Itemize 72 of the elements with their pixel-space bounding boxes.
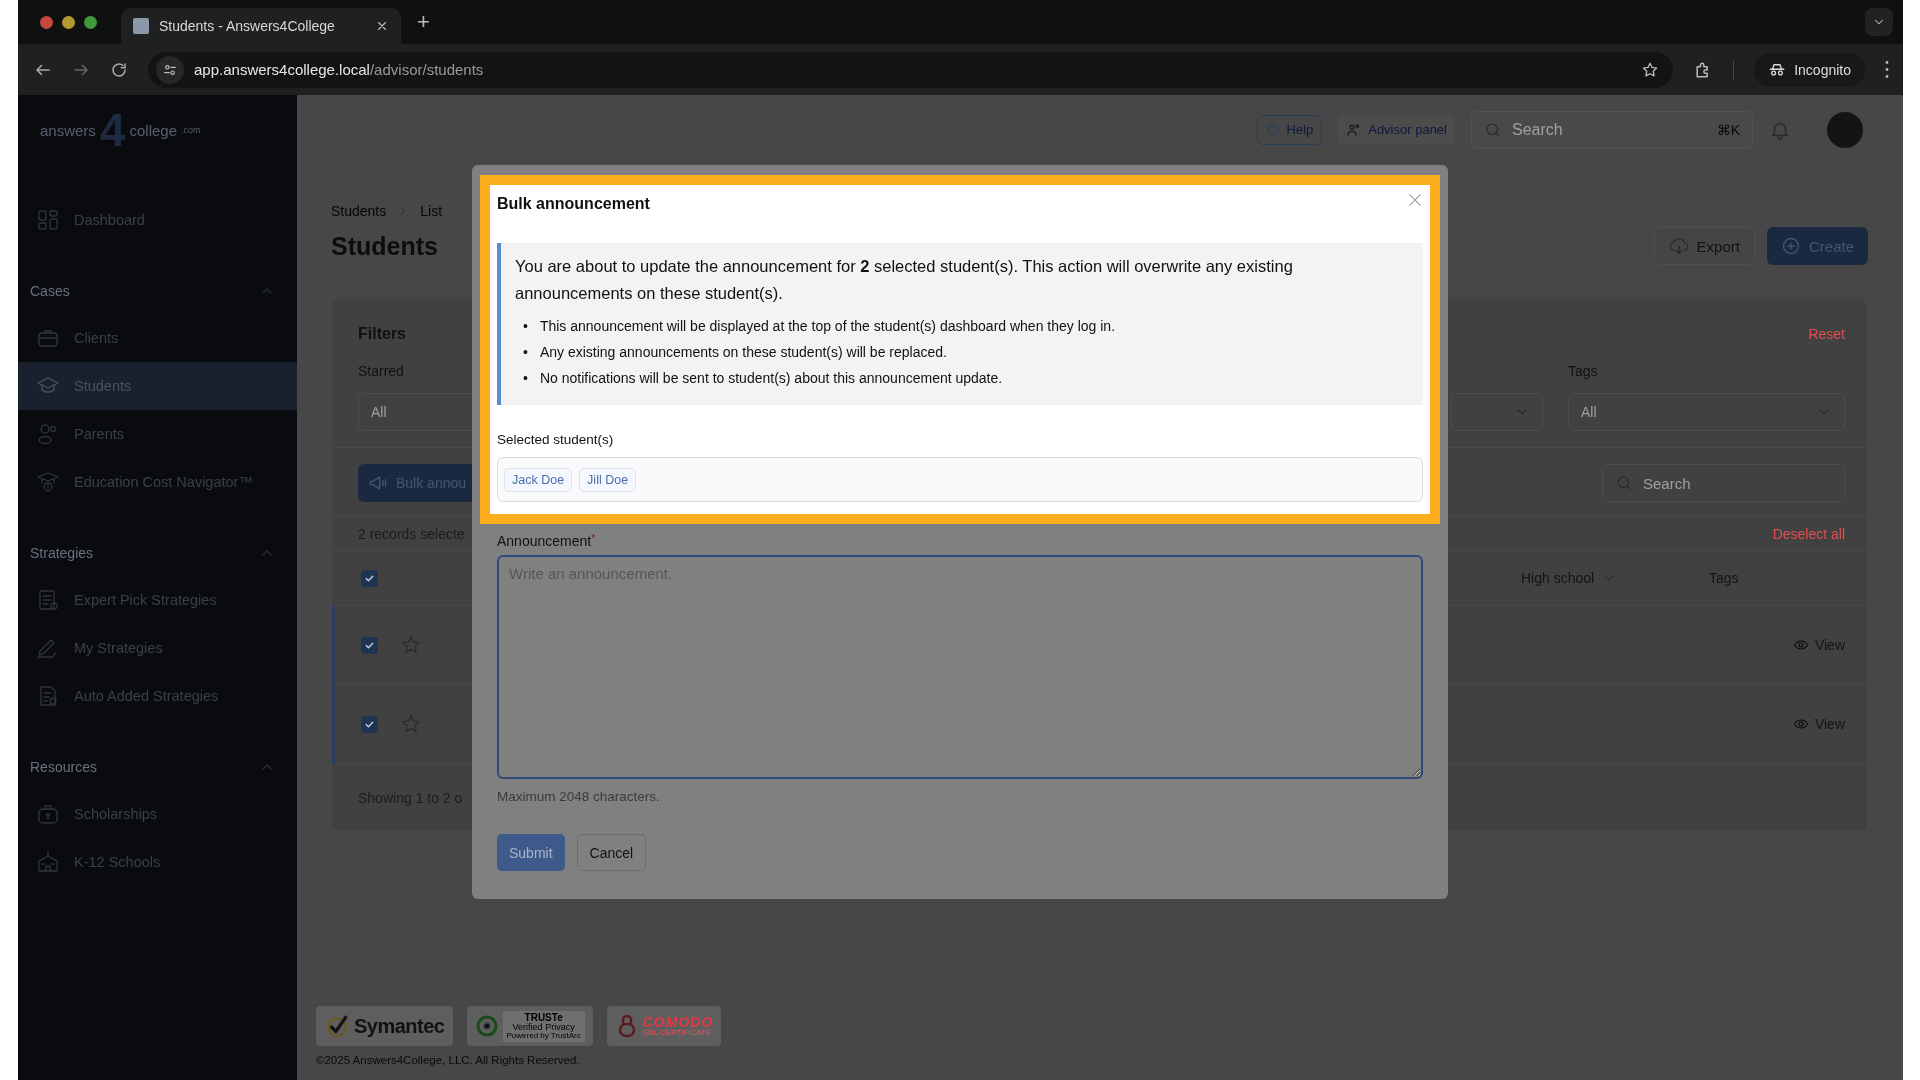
help-button[interactable]: Help <box>1257 114 1323 145</box>
info-bullet: This announcement will be displayed at the top of the student(s) dashboard when they log in. <box>539 317 1116 336</box>
incognito-button[interactable]: Incognito <box>1754 52 1865 87</box>
maximize-window-button[interactable] <box>84 15 97 29</box>
sidebar-item[interactable]: Scholarships <box>18 790 297 838</box>
sidebar-item[interactable]: My Strategies <box>18 624 297 672</box>
submit-button[interactable]: Submit <box>497 834 565 871</box>
checklist-icon <box>36 588 60 612</box>
breadcrumb-link[interactable]: Students <box>331 203 387 219</box>
page-title: Students <box>331 231 438 261</box>
favicon-icon <box>133 18 149 34</box>
cancel-button[interactable]: Cancel <box>576 834 647 871</box>
copyright-text: ©2025 Answers4College, LLC. All Rights Reserved. <box>316 1054 581 1066</box>
sidebar-item[interactable]: Parents <box>18 410 297 458</box>
student-tag: Jack Doe <box>504 467 573 492</box>
field-hint: Maximum 2048 characters. <box>497 789 661 804</box>
info-bullet: No notifications will be sent to student(s) about this announcement update. <box>539 369 1003 388</box>
more-options-icon[interactable] <box>1885 61 1889 78</box>
sidebar-section-header[interactable]: Strategies <box>18 530 297 576</box>
plus-circle-icon <box>1780 236 1801 256</box>
field-label: Announcement <box>497 533 592 549</box>
checkbox[interactable] <box>361 636 378 654</box>
checkbox[interactable] <box>361 715 378 733</box>
bullet-mark: • <box>523 369 528 388</box>
reset-link[interactable]: Reset <box>1808 326 1845 342</box>
info-bullet: Any existing announcements on these student(s) will be replaced. <box>539 343 947 362</box>
close-icon <box>1406 191 1424 209</box>
eye-icon <box>1792 637 1809 653</box>
search-field[interactable]: Search ⌘K <box>1471 110 1753 149</box>
sidebar-section-header[interactable]: Resources <box>18 744 297 790</box>
deselect-all-link[interactable]: Deselect all <box>1772 525 1845 542</box>
search-icon <box>1615 474 1633 492</box>
tags-select[interactable]: All <box>1568 393 1845 431</box>
advisor-panel-button[interactable]: Advisor panel <box>1338 114 1455 145</box>
cloud-download-icon <box>1668 236 1689 256</box>
student-tag: Jill Doe <box>579 467 637 492</box>
sidebar-item[interactable]: Auto Added Strategies <box>18 672 297 720</box>
graduation-cap-icon <box>36 470 60 494</box>
eye-icon <box>1792 716 1809 732</box>
sidebar-item[interactable]: Dashboard <box>18 196 297 244</box>
browser-tab[interactable]: Students - Answers4College <box>121 8 401 44</box>
school-building-icon <box>36 850 60 874</box>
sidebar-item[interactable]: Expert Pick Strategies <box>18 576 297 624</box>
breadcrumb-current: List <box>420 203 443 219</box>
security-badge: Symantec <box>316 1006 453 1046</box>
required-mark: * <box>591 533 596 544</box>
address-bar[interactable]: app.answers4college.local/advisor/students <box>148 51 1674 88</box>
search-field[interactable]: Search <box>1602 464 1845 502</box>
field-label: Selected student(s) <box>497 432 615 447</box>
sidebar-section-header[interactable]: Cases <box>18 268 297 314</box>
dialog-title: Bulk announcement <box>497 193 651 214</box>
minimize-window-button[interactable] <box>62 15 75 29</box>
site-settings-icon[interactable] <box>156 55 184 84</box>
bullet-mark: • <box>523 317 528 336</box>
reload-icon <box>110 60 128 79</box>
checkbox[interactable] <box>361 569 378 587</box>
sidebar-item[interactable]: Education Cost Navigator™ <box>18 458 297 506</box>
info-text: You are about to update the announcement for 2 selected student(s). This action will overwrite any existing announcements on these student(s). <box>515 256 1294 304</box>
close-icon <box>375 19 389 33</box>
bookmark-star-icon <box>1641 60 1660 79</box>
bullet-mark: • <box>523 343 528 362</box>
new-tab-button[interactable]: + <box>411 9 436 35</box>
sidebar-item[interactable]: K-12 Schools <box>18 838 297 886</box>
grid-icon <box>36 208 60 232</box>
sidebar-item[interactable]: Clients <box>18 314 297 362</box>
seal-icon <box>474 1014 499 1038</box>
question-icon <box>1266 122 1282 137</box>
close-window-button[interactable] <box>40 15 53 29</box>
selected-students-field[interactable]: Jack Doe Jill Doe <box>497 457 1423 502</box>
privacy-badge: TRUSTe Verified Privacy Powered by TrustArc <box>466 1006 593 1046</box>
search-icon <box>1484 120 1502 139</box>
ssl-badge: COMODO SSL CERTIFICATE <box>606 1006 722 1046</box>
